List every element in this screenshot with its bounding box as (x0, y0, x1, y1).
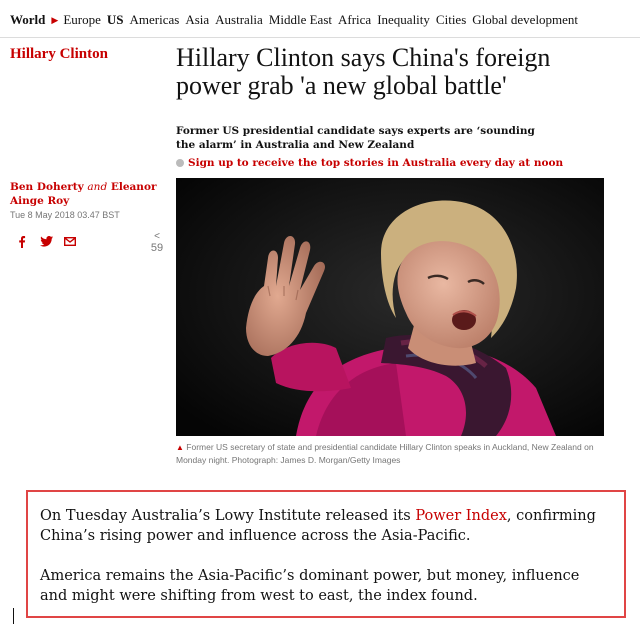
nav-item-world[interactable]: World (10, 12, 45, 28)
hero-photo-illustration (176, 178, 604, 436)
share-bar (14, 234, 86, 248)
comments-link[interactable]: < 59 (148, 231, 166, 255)
section-nav: World ▶ Europe US Americas Asia Australi… (0, 0, 640, 38)
nav-list: World ▶ Europe US Americas Asia Australi… (10, 12, 584, 28)
text-cursor (13, 608, 14, 624)
caption-triangle-icon: ▲ (176, 443, 184, 452)
byline-and: and (87, 181, 108, 193)
nav-item-australia[interactable]: Australia (215, 12, 263, 28)
highlighted-excerpt: On Tuesday Australia’s Lowy Institute re… (26, 490, 626, 618)
nav-item-inequality[interactable]: Inequality (377, 12, 430, 28)
publish-date: Tue 8 May 2018 03.47 BST (10, 210, 120, 220)
twitter-icon[interactable] (38, 234, 54, 248)
excerpt-paragraph-1: On Tuesday Australia’s Lowy Institute re… (40, 506, 610, 546)
newsletter-signup-text: Sign up to receive the top stories in Au… (188, 157, 564, 169)
nav-item-asia[interactable]: Asia (185, 12, 209, 28)
power-index-link[interactable]: Power Index (415, 508, 507, 524)
nav-item-cities[interactable]: Cities (436, 12, 466, 28)
article-standfirst: Former US presidential candidate says ex… (176, 125, 535, 151)
nav-item-global-development[interactable]: Global development (472, 12, 578, 28)
article-headline: Hillary Clinton says China's foreign pow… (176, 43, 551, 100)
bullet-icon (176, 159, 184, 167)
caption-text: Former US secretary of state and preside… (176, 442, 594, 465)
nav-item-europe[interactable]: Europe (63, 12, 101, 28)
facebook-icon[interactable] (14, 234, 30, 248)
comment-count: 59 (150, 242, 164, 254)
nav-item-middle-east[interactable]: Middle East (269, 12, 332, 28)
email-icon[interactable] (62, 234, 78, 248)
nav-item-us[interactable]: US (107, 12, 124, 28)
series-tag-link[interactable]: Hillary Clinton (10, 46, 108, 63)
excerpt-paragraph-2: America remains the Asia-Pacific’s domin… (40, 568, 580, 604)
nav-item-africa[interactable]: Africa (338, 12, 371, 28)
comment-icon: < (154, 231, 160, 242)
excerpt-text: On Tuesday Australia’s Lowy Institute re… (40, 508, 416, 524)
hero-image (176, 178, 604, 436)
newsletter-signup-link[interactable]: Sign up to receive the top stories in Au… (176, 157, 563, 169)
cropped-text-fragment (60, 474, 260, 480)
image-caption: ▲ Former US secretary of state and presi… (176, 441, 596, 466)
nav-item-americas[interactable]: Americas (130, 12, 180, 28)
byline: Ben Doherty and Eleanor Ainge Roy (10, 180, 160, 208)
nav-arrow-icon: ▶ (51, 14, 59, 25)
author-link-1[interactable]: Ben Doherty (10, 181, 84, 193)
